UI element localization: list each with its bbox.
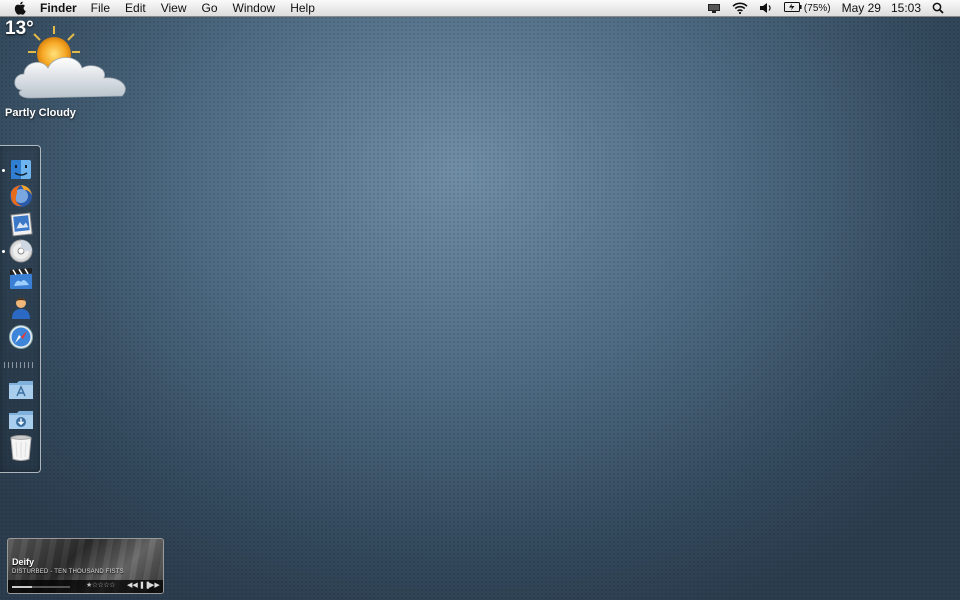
menu-edit[interactable]: Edit	[125, 0, 146, 16]
applications-folder-icon	[9, 381, 33, 399]
dock-firefox[interactable]	[8, 183, 34, 209]
trash-icon	[10, 435, 32, 461]
battery-status[interactable]: (75%)	[783, 1, 831, 15]
dock-preview[interactable]	[8, 211, 34, 237]
artist-album: DISTURBED - TEN THOUSAND FISTS	[12, 569, 124, 575]
dock-finder[interactable]	[8, 156, 34, 182]
menu-app-finder[interactable]: Finder	[40, 0, 77, 16]
dock-trash[interactable]	[8, 434, 34, 461]
previous-track-button[interactable]: ◀◀	[127, 581, 138, 589]
safari-icon	[9, 325, 33, 349]
next-track-button[interactable]: ▶▶	[149, 581, 160, 589]
menu-window[interactable]: Window	[233, 0, 276, 16]
playback-bar: ★☆☆☆☆ ◀◀ ❚❚ ▶▶	[8, 580, 163, 593]
finder-icon	[11, 160, 31, 179]
menu-bar: Finder File Edit View Go Window Help (75…	[0, 0, 960, 17]
volume-icon[interactable]	[759, 2, 773, 14]
dock-separator	[4, 362, 36, 368]
status-area: (75%) May 29 15:03	[707, 0, 960, 16]
rating-stars[interactable]: ★☆☆☆☆	[86, 581, 115, 589]
battery-percent: (75%)	[803, 2, 831, 14]
song-title: Deify	[12, 557, 35, 567]
contacts-icon	[12, 298, 30, 319]
clock[interactable]: May 29 15:03	[842, 1, 921, 15]
temperature: 13°	[5, 18, 34, 39]
weather-widget[interactable]: 13° Partly Cloudy	[4, 18, 134, 123]
dock-safari[interactable]	[8, 324, 34, 350]
progress-fill	[12, 586, 33, 588]
running-indicator	[2, 169, 5, 172]
menu-view[interactable]: View	[161, 0, 187, 16]
clock-date: May 29	[841, 1, 881, 15]
apple-menu-icon[interactable]	[14, 1, 28, 15]
dock	[0, 145, 41, 473]
clock-time: 15:03	[890, 1, 921, 15]
spotlight-search-icon[interactable]	[932, 2, 944, 14]
dvd-player-icon	[9, 239, 33, 263]
dock-imovie[interactable]	[8, 266, 34, 292]
imovie-icon	[10, 268, 32, 289]
progress-track[interactable]	[12, 586, 70, 588]
dock-downloads-folder[interactable]	[8, 406, 34, 432]
downloads-folder-icon	[9, 411, 33, 429]
dock-contacts[interactable]	[8, 295, 34, 321]
menu-help[interactable]: Help	[290, 0, 315, 16]
display-menu-icon[interactable]	[707, 3, 721, 14]
battery-icon	[783, 1, 802, 15]
running-indicator	[2, 250, 5, 253]
now-playing-widget[interactable]: Deify DISTURBED - TEN THOUSAND FISTS ★☆☆…	[7, 538, 164, 594]
dock-applications-folder[interactable]	[8, 376, 34, 402]
menu-go[interactable]: Go	[202, 0, 218, 16]
firefox-icon	[10, 185, 32, 207]
weather-condition: Partly Cloudy	[5, 107, 76, 119]
dock-dvd-player[interactable]	[8, 238, 34, 264]
wifi-icon[interactable]	[732, 2, 748, 14]
menu-file[interactable]: File	[91, 0, 110, 16]
preview-icon	[10, 212, 33, 237]
